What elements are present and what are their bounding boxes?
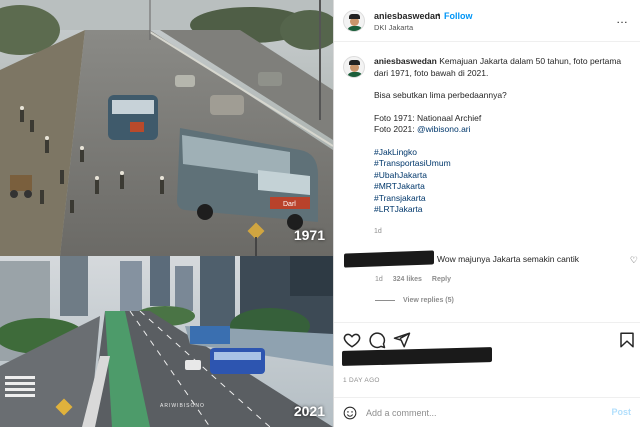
photo-2021 [0,256,333,427]
comment-likes[interactable]: 324 likes [393,276,422,283]
bus-sign: Darl [283,201,296,208]
comment-like-heart-icon[interactable]: ♡ [630,255,638,266]
credit-2021-prefix: Foto 2021: [374,124,418,134]
photo-watermark: ARIWIBISONO [160,403,205,409]
hashtag-link[interactable]: #JakLingko [374,147,634,159]
hashtag-list: #JakLingko #TransportasiUmum #UbahJakart… [374,147,634,216]
avatar[interactable] [343,10,365,32]
post-side-panel: aniesbaswedan • Follow DKI Jakarta … ani… [333,0,640,427]
comment-bubble-icon[interactable] [368,331,386,349]
view-replies-label[interactable]: View replies (5) [403,297,454,304]
comment-age: 1d [375,276,383,283]
year-label-1971: 1971 [293,227,325,243]
comment-input[interactable] [366,404,606,422]
caption-question: Bisa sebutkan lima perbedaannya? [374,90,507,100]
like-heart-icon[interactable] [343,331,361,349]
year-label-2021: 2021 [293,403,325,419]
avatar-cap [349,14,360,19]
more-dots-icon[interactable]: … [616,12,629,26]
header-separator: • [437,10,441,20]
hashtag-link[interactable]: #UbahJakarta [374,170,634,182]
heart-icon [343,333,361,348]
view-replies-button[interactable]: View replies (5) [375,297,454,304]
caption-age: 1d [374,227,382,235]
comment-meta: 1d 324 likes Reply [375,276,459,283]
comment-text: Wow majunya Jakarta semakin cantik [437,254,580,264]
save-icon [620,332,634,348]
header-username[interactable]: aniesbaswedan [374,11,441,21]
redacted-likes [342,347,492,366]
caption-text: aniesbaswedan Kemajuan Jakarta dalam 50 … [374,56,634,237]
instagram-post: Darl 1971 ARIWIBISONO 2021 aniesbaswedan… [0,0,640,427]
share-send-icon[interactable] [393,331,411,349]
reply-button[interactable]: Reply [432,276,451,283]
post-comment-button[interactable]: Post [611,407,631,417]
emoji-icon[interactable] [343,406,357,420]
send-icon [393,332,411,348]
redacted-username [344,250,434,268]
caption-username[interactable]: aniesbaswedan [374,56,437,66]
post-date: 1 DAY AGO [343,377,380,384]
replies-divider [375,299,395,301]
add-comment-bar: Post [334,397,640,427]
hashtag-link[interactable]: #MRTJakarta [374,181,634,193]
post-header: aniesbaswedan • Follow DKI Jakarta … [334,0,640,42]
follow-button[interactable]: Follow [444,11,473,21]
avatar-body [347,26,363,31]
credit-2021-handle[interactable]: @wibisono.ari [417,124,471,134]
post-photo[interactable]: Darl 1971 ARIWIBISONO 2021 [0,0,333,427]
bookmark-icon[interactable] [618,331,636,349]
caption-avatar[interactable] [343,56,365,78]
comment-icon [369,332,386,349]
caption-credits: Foto 1971: Nationaal Archief Foto 2021: … [374,113,634,136]
hashtag-link[interactable]: #TransportasiUmum [374,158,634,170]
location-link[interactable]: DKI Jakarta [374,23,413,32]
photo-1971: Darl [0,0,333,256]
avatar-cap [349,60,360,65]
credit-1971: Foto 1971: Nationaal Archief [374,112,482,123]
avatar-body [347,72,363,77]
hashtag-link[interactable]: #LRTJakarta [374,204,634,216]
hashtag-link[interactable]: #Transjakarta [374,193,634,205]
